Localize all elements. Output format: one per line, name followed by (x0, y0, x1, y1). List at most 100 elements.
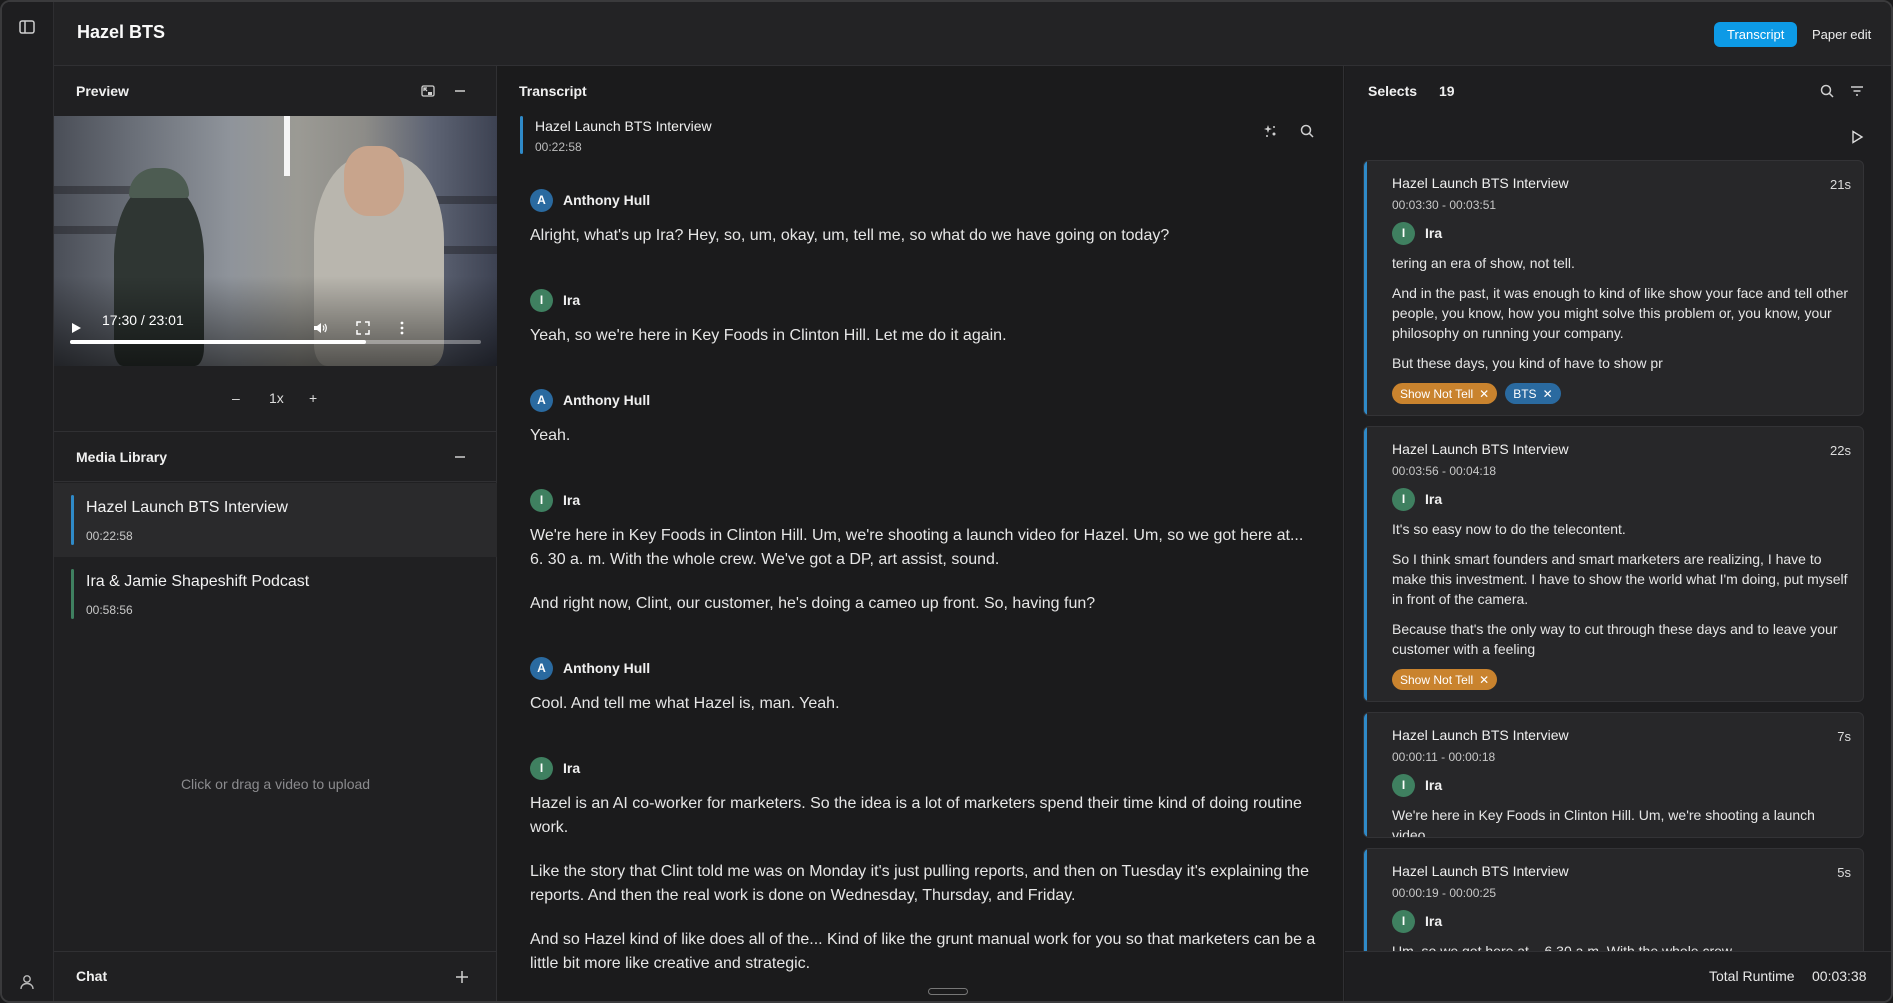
media-item[interactable]: Ira & Jamie Shapeshift Podcast 00:58:56 (54, 557, 497, 631)
select-card-color-bar (1364, 161, 1367, 415)
paper-edit-button[interactable]: Paper edit (1799, 22, 1884, 47)
collapse-media-library-icon[interactable] (452, 449, 468, 465)
filter-icon[interactable] (1849, 83, 1865, 99)
speaker-avatar: I (1392, 773, 1415, 797)
video-time: 17:30 / 23:01 (102, 312, 184, 328)
speaker-name[interactable]: Ira (563, 492, 580, 508)
upload-dropzone-hint[interactable]: Click or drag a video to upload (54, 776, 497, 792)
select-time-range: 00:03:30 - 00:03:51 (1392, 198, 1497, 212)
collapse-preview-icon[interactable] (452, 83, 468, 99)
select-clip-title: Hazel Launch BTS Interview (1392, 441, 1569, 457)
speaker-name[interactable]: Anthony Hull (563, 192, 650, 208)
volume-icon[interactable] (312, 320, 328, 336)
transcript-paragraph[interactable]: Cool. And tell me what Hazel is, man. Ye… (530, 692, 1320, 716)
select-paragraph: It's so easy now to do the telecontent. (1392, 521, 1626, 537)
select-card-color-bar (1364, 713, 1367, 837)
tag-label: Show Not Tell (1400, 386, 1474, 401)
speed-increase-button[interactable]: + (309, 390, 317, 406)
tag-show-not-tell[interactable]: Show Not Tell ✕ (1392, 383, 1498, 404)
speaker-name[interactable]: Ira (563, 760, 580, 776)
transcript-view-button[interactable]: Transcript (1714, 22, 1798, 47)
picture-in-picture-icon[interactable] (420, 83, 436, 99)
speaker-avatar: A (530, 188, 553, 212)
search-selects-icon[interactable] (1819, 83, 1835, 99)
clip-color-bar (520, 116, 523, 154)
transcript-paragraph[interactable]: And right now, Clint, our customer, he's… (530, 592, 1320, 616)
select-clip-title: Hazel Launch BTS Interview (1392, 863, 1569, 879)
transcript-paragraph[interactable]: Yeah. (530, 424, 1320, 448)
tag-label: BTS (1513, 386, 1537, 401)
select-paragraph: And in the past, it was enough to kind o… (1392, 285, 1849, 341)
video-progress-fill (70, 340, 366, 344)
total-runtime-value: 00:03:38 (1812, 968, 1867, 984)
play-icon[interactable] (68, 320, 84, 336)
selects-header: Selects 19 (1345, 66, 1891, 116)
video-person-face (344, 146, 404, 216)
transcript-paragraph[interactable]: Yeah, so we're here in Key Foods in Clin… (530, 324, 1320, 348)
transcript-turn: A Anthony Hull Yeah. (530, 388, 1320, 448)
speaker-name[interactable]: Anthony Hull (563, 392, 650, 408)
speaker-avatar: I (1392, 487, 1415, 511)
more-options-icon[interactable] (394, 320, 410, 336)
preview-header: Preview (54, 66, 496, 116)
transcript-turn: I Ira We're here in Key Foods in Clinton … (530, 488, 1320, 616)
video-player[interactable]: 17:30 / 23:01 (54, 116, 497, 366)
speaker-avatar: I (530, 756, 553, 780)
remove-tag-icon[interactable]: ✕ (1543, 387, 1553, 401)
media-item-title: Hazel Launch BTS Interview (86, 499, 288, 516)
transcript-clip-header: Hazel Launch BTS Interview 00:22:58 (520, 116, 1330, 154)
app-window: Hazel BTS Transcript Paper edit Preview … (0, 0, 1893, 1003)
transcript-paragraph[interactable]: Alright, what's up Ira? Hey, so, um, oka… (530, 224, 1320, 248)
chat-title: Chat (76, 968, 108, 984)
transcript-paragraph[interactable]: We're here in Key Foods in Clinton Hill.… (530, 524, 1320, 572)
select-card[interactable]: Hazel Launch BTS Interview 7s 00:00:11 -… (1363, 712, 1864, 838)
video-progress-track[interactable] (70, 340, 481, 344)
scroll-handle[interactable] (928, 988, 968, 995)
transcript-paragraph[interactable]: And so Hazel kind of like does all of th… (530, 928, 1320, 976)
search-icon[interactable] (1299, 123, 1315, 139)
clip-title: Hazel Launch BTS Interview (535, 118, 712, 134)
select-card-color-bar (1364, 427, 1367, 701)
speaker-name[interactable]: Anthony Hull (563, 660, 650, 676)
tag-bts[interactable]: BTS ✕ (1505, 383, 1561, 404)
media-item-duration: 00:22:58 (86, 529, 133, 543)
play-selects-icon[interactable] (1849, 129, 1865, 145)
select-time-range: 00:00:11 - 00:00:18 (1392, 750, 1496, 764)
media-item[interactable]: Hazel Launch BTS Interview 00:22:58 (54, 483, 497, 557)
speed-value: 1x (269, 390, 284, 406)
select-card[interactable]: Hazel Launch BTS Interview 22s 00:03:56 … (1363, 426, 1864, 702)
media-item-duration: 00:58:56 (86, 603, 133, 617)
speaker-name: Ira (1425, 491, 1443, 507)
select-paragraph: But these days, you kind of have to show… (1392, 355, 1663, 371)
transcript-paragraph[interactable]: Like the story that Clint told me was on… (530, 860, 1320, 908)
remove-tag-icon[interactable]: ✕ (1479, 673, 1489, 687)
select-paragraph: tering an era of show, not tell. (1392, 255, 1575, 271)
speaker-avatar: I (1392, 909, 1415, 933)
tag-show-not-tell[interactable]: Show Not Tell ✕ (1392, 669, 1498, 690)
remove-tag-icon[interactable]: ✕ (1479, 387, 1489, 401)
sparkles-icon[interactable] (1262, 123, 1278, 139)
fullscreen-icon[interactable] (355, 320, 371, 336)
transcript-turn: I Ira Hazel is an AI co-worker for market… (530, 756, 1320, 976)
speaker-name[interactable]: Ira (563, 292, 580, 308)
speed-decrease-button[interactable]: – (232, 390, 240, 406)
video-ceiling-light (284, 116, 290, 176)
selects-panel: Selects 19 Hazel Launch BTS Interview 21… (1345, 66, 1891, 1001)
select-clip-title: Hazel Launch BTS Interview (1392, 175, 1569, 191)
select-card[interactable]: Hazel Launch BTS Interview 21s 00:03:30 … (1363, 160, 1864, 416)
add-chat-icon[interactable] (454, 969, 470, 985)
select-paragraph: Because that's the only way to cut throu… (1392, 621, 1838, 657)
transcript-turn: I Ira Yeah, so we're here in Key Foods in… (530, 288, 1320, 348)
select-time-range: 00:03:56 - 00:04:18 (1392, 464, 1497, 478)
sidebar-toggle-icon[interactable] (18, 18, 36, 36)
transcript-paragraph[interactable]: Hazel is an AI co-worker for marketers. … (530, 792, 1320, 840)
left-panel: Preview 17:30 / 23:01 – 1x + Media Libra… (54, 66, 497, 1001)
user-icon[interactable] (18, 973, 36, 991)
project-title: Hazel BTS (77, 22, 166, 42)
transcript-header: Transcript (498, 66, 1343, 116)
select-card[interactable]: Hazel Launch BTS Interview 5s 00:00:19 -… (1363, 848, 1864, 968)
clip-duration: 00:22:58 (535, 140, 582, 154)
transcript-turn: A Anthony Hull Cool. And tell me what Haz… (530, 656, 1320, 716)
speaker-avatar: A (530, 388, 553, 412)
selects-title: Selects (1368, 83, 1418, 99)
